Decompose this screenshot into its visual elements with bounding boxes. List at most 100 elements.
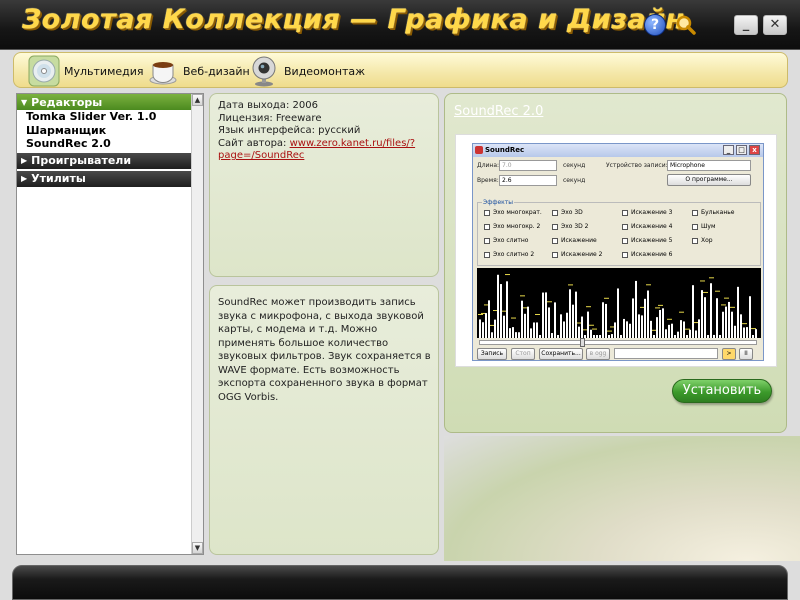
checkbox-icon: [484, 251, 490, 258]
sr-effect-label: Искажение 2: [561, 251, 603, 258]
waveform-bar: [614, 322, 616, 338]
waveform-bar: [746, 327, 748, 338]
waveform-bar: [539, 335, 541, 338]
program-description: SoundRec может производить запись звука …: [218, 297, 431, 403]
title-bar: Золотая Коллекция — Графика и Дизайн ? _…: [0, 0, 800, 50]
sr-effect-checkbox: Эхо многократ.: [484, 209, 542, 216]
sr-effect-label: Искажение 3: [631, 209, 673, 216]
waveform-display: [477, 268, 761, 338]
waveform-bar: [545, 292, 547, 338]
category-toolbar: Мультимедия Веб-дизайн Видеомонтаж: [13, 52, 788, 88]
waveform-bar: [641, 315, 643, 338]
waveform-bar: [566, 312, 568, 338]
waveform-peak: [505, 274, 510, 276]
tree-item-tomka-slider[interactable]: Tomka Slider Ver. 1.0: [17, 110, 203, 124]
waveform-bar: [518, 332, 520, 338]
waveform-bar: [515, 332, 517, 338]
sr-close-icon: x: [749, 145, 760, 155]
sr-stop-button: Стоп: [511, 348, 535, 360]
waveform-bar: [485, 313, 487, 338]
waveform-bar: [479, 319, 481, 338]
waveform-bar: [602, 302, 604, 338]
scroll-down-icon[interactable]: ▼: [192, 542, 203, 554]
waveform-bar: [599, 335, 601, 338]
tree-item-soundrec[interactable]: SoundRec 2.0: [17, 137, 203, 151]
close-button[interactable]: ✕: [763, 15, 787, 35]
waveform-bar: [743, 327, 745, 338]
waveform-bar: [494, 319, 496, 338]
checkbox-icon: [552, 237, 558, 244]
waveform-bar: [497, 274, 499, 338]
category-label: Веб-дизайн: [183, 64, 250, 78]
sr-device-select: Microphone: [667, 160, 751, 171]
coffee-cup-icon: [147, 55, 179, 87]
waveform-peak: [535, 313, 540, 315]
help-icon[interactable]: ?: [644, 14, 666, 36]
checkbox-icon: [552, 209, 558, 216]
category-label: Видеомонтаж: [284, 64, 366, 78]
tree-scrollbar[interactable]: ▲ ▼: [191, 94, 203, 554]
category-video[interactable]: Видеомонтаж: [248, 54, 365, 88]
waveform-bar: [731, 311, 733, 338]
waveform-bar: [728, 301, 730, 338]
description-box: SoundRec может производить запись звука …: [209, 285, 439, 555]
waveform-bar: [686, 335, 688, 338]
waveform-peak: [478, 313, 483, 315]
checkbox-icon: [484, 223, 490, 230]
program-title-link[interactable]: SoundRec 2.0: [454, 104, 543, 119]
waveform-bar: [533, 322, 535, 338]
sr-play-button: >: [722, 348, 736, 360]
app-title: Золотая Коллекция — Графика и Дизайн: [22, 4, 685, 35]
sr-effect-checkbox: Искажение 4: [622, 223, 672, 230]
release-date: Дата выхода: 2006: [218, 100, 318, 111]
waveform-bar: [557, 335, 559, 338]
waveform-peak: [604, 297, 609, 299]
sr-unit: секунд: [563, 177, 586, 184]
minimize-button[interactable]: _: [734, 15, 758, 35]
sr-effect-checkbox: Эхо слитно: [484, 237, 528, 244]
waveform-bar: [665, 329, 667, 338]
sr-effect-label: Искажение: [561, 237, 597, 244]
checkbox-icon: [622, 209, 628, 216]
category-multimedia[interactable]: Мультимедия: [28, 54, 144, 88]
microphone-icon: [475, 146, 483, 154]
sr-effect-checkbox: Шум: [692, 223, 716, 230]
scroll-up-icon[interactable]: ▲: [192, 94, 203, 106]
sr-pause-button: II: [739, 348, 753, 360]
soundrec-title-bar: SoundRec _ □ x: [473, 144, 763, 157]
waveform-bar: [632, 298, 634, 338]
waveform-bar: [656, 317, 658, 338]
tree-group-editors[interactable]: ▼ Редакторы: [17, 94, 191, 110]
sr-effect-checkbox: Эхо 3D: [552, 209, 583, 216]
sr-effect-label: Искажение 4: [631, 223, 673, 230]
tree-group-label: Утилиты: [31, 172, 86, 185]
waveform-peak: [724, 297, 729, 299]
checkbox-icon: [552, 251, 558, 258]
search-icon[interactable]: [675, 14, 697, 36]
waveform-bar: [548, 307, 550, 338]
waveform-bar: [713, 334, 715, 338]
sr-effect-label: Эхо слитно 2: [493, 251, 535, 258]
tree-item-sharmanshchik[interactable]: Шарманщик: [17, 124, 203, 138]
waveform-peak: [589, 324, 594, 326]
waveform-bar: [755, 329, 757, 338]
tree-group-players[interactable]: ▶ Проигрыватели: [17, 152, 191, 169]
waveform-bar: [692, 285, 694, 338]
waveform-bar: [740, 314, 742, 338]
tree-group-utilities[interactable]: ▶ Утилиты: [17, 170, 191, 187]
waveform-bar: [659, 309, 661, 338]
sr-effect-checkbox: Бульканье: [692, 209, 735, 216]
waveform-bar: [647, 290, 649, 338]
category-web-design[interactable]: Веб-дизайн: [147, 54, 250, 88]
sr-effect-checkbox: Искажение 3: [622, 209, 672, 216]
disc-icon: [28, 55, 60, 87]
waveform-bar: [629, 323, 631, 338]
screenshot-preview: SoundRec _ □ x Длина: 7.0 секунд Устройс…: [455, 134, 777, 367]
waveform-bar: [506, 281, 508, 338]
sr-effects-label: Эффекты: [482, 199, 514, 206]
waveform-peak: [679, 311, 684, 313]
sr-effect-checkbox: Хор: [692, 237, 713, 244]
install-button[interactable]: Установить: [672, 379, 772, 403]
waveform-bar: [575, 291, 577, 338]
sr-ogg-button: в ogg: [586, 348, 610, 360]
